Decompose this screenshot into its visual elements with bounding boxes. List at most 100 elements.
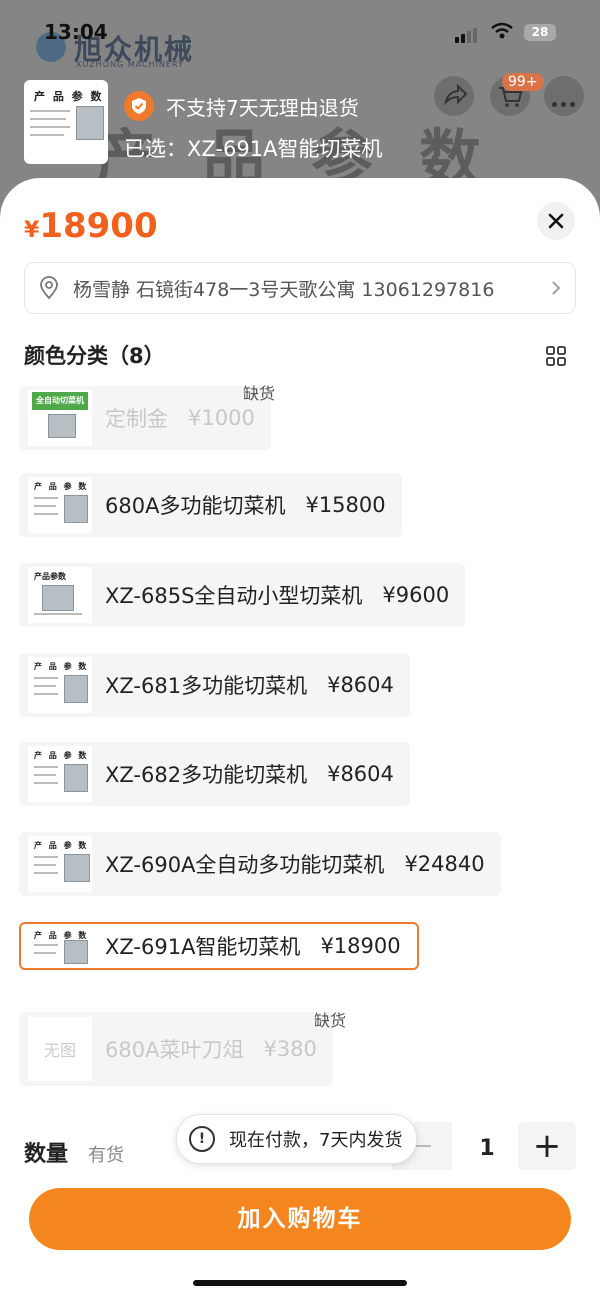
machine-image (76, 106, 104, 140)
variant-thumbnail: 产 品 参 数 (28, 657, 92, 713)
thumbnail-line (30, 126, 70, 128)
variant-label: XZ-691A智能切菜机 (105, 935, 301, 959)
thumbnail-line (34, 782, 58, 784)
machine-image (64, 764, 88, 792)
variant-label: XZ-685S全自动小型切菜机 (105, 584, 363, 608)
out-of-stock-tag: 缺货 (314, 1011, 347, 1030)
variant-price: ¥24840 (404, 852, 485, 876)
thumbnail-line (34, 952, 56, 954)
share-button[interactable] (434, 76, 474, 116)
variant-price: ¥380 (263, 1037, 317, 1061)
variant-label: XZ-690A全自动多功能切菜机 (105, 853, 385, 877)
no-image-placeholder: 无图 (28, 1017, 92, 1081)
return-policy: 不支持7天无理由退货 (124, 90, 359, 122)
cart-badge: 99+ (502, 73, 544, 91)
variant-thumbnail: 产 品 参 数 (28, 746, 92, 802)
machine-image (42, 585, 74, 611)
quantity-label: 数量 (24, 1142, 69, 1167)
variant-section-title: 颜色分类（8） (24, 344, 165, 368)
machine-image (64, 495, 88, 523)
thumbnail-line (34, 685, 56, 687)
quantity-value[interactable]: 1 (472, 1136, 502, 1161)
thumbnail-caption: 产 品 参 数 (34, 751, 89, 760)
variant-label: XZ-682多功能切菜机 (105, 763, 308, 787)
toast-text: 现在付款，7天内发货 (229, 1130, 403, 1151)
thumbnail-line (34, 872, 58, 874)
variant-thumbnail: 产 品 参 数 (28, 926, 92, 966)
address-text: 杨雪静 石镜街478一3号天歌公寓 13061297816 (73, 278, 495, 301)
thumbnail-line (30, 110, 70, 112)
quantity-increase-button[interactable]: + (518, 1122, 576, 1170)
thumbnail-caption: 产 品 参 数 (34, 90, 104, 103)
thumbnail-caption: 产 品 参 数 (34, 841, 89, 850)
shipping-toast: ! 现在付款，7天内发货 (176, 1114, 418, 1164)
address-selector[interactable]: 杨雪静 石镜街478一3号天歌公寓 13061297816 (24, 262, 576, 314)
variant-option-xz-681[interactable]: 产 品 参 数 XZ-681多功能切菜机 ¥8604 (19, 653, 410, 717)
variant-price: ¥18900 (320, 934, 401, 958)
wifi-icon (491, 22, 513, 39)
thumbnail-line (34, 766, 58, 768)
chevron-right-icon (551, 280, 561, 296)
machine-image (64, 940, 88, 964)
brand-name-en: XUZHONG MACHINERY (76, 60, 184, 69)
variant-price: ¥8604 (327, 762, 394, 786)
price: ¥18900 (24, 206, 158, 246)
machine-image (48, 414, 76, 438)
thumbnail-line (34, 693, 58, 695)
signal-icon (455, 24, 479, 43)
variant-label: 定制金 (105, 407, 168, 431)
variant-option-680a[interactable]: 产 品 参 数 680A多功能切菜机 ¥15800 (19, 473, 402, 537)
share-icon (444, 83, 468, 106)
thumbnail-line (34, 944, 58, 946)
variant-option-680a-blade[interactable]: 无图 680A菜叶刀俎 ¥380 (19, 1012, 333, 1086)
variant-thumbnail: 全自动切菜机 (28, 390, 92, 446)
info-icon: ! (189, 1126, 215, 1152)
thumbnail-line (34, 774, 56, 776)
selected-product-thumbnail: 产 品 参 数 (24, 80, 108, 164)
variant-label: 680A多功能切菜机 (105, 494, 286, 518)
variant-price: ¥1000 (188, 406, 255, 430)
more-icon (552, 92, 579, 111)
thumbnail-caption: 产品参数 (34, 572, 66, 581)
thumbnail-line (34, 856, 58, 858)
battery-indicator: 28 (524, 24, 556, 41)
thumbnail-line (34, 505, 56, 507)
status-bar: 13:04 28 (0, 0, 600, 48)
grid-view-icon[interactable] (546, 346, 566, 366)
variant-price: ¥8604 (327, 673, 394, 697)
variant-option-xz-691a[interactable]: 产 品 参 数 XZ-691A智能切菜机 ¥18900 (19, 922, 419, 970)
variant-thumbnail: 产 品 参 数 (28, 477, 92, 533)
variant-price: ¥9600 (382, 583, 450, 607)
thumbnail-caption: 产 品 参 数 (34, 662, 89, 671)
selected-variant-text: 已选：XZ-691A智能切菜机 (124, 137, 383, 161)
return-policy-text: 不支持7天无理由退货 (166, 95, 359, 120)
thumbnail-line (30, 118, 66, 120)
variant-option-xz-682[interactable]: 产 品 参 数 XZ-682多功能切菜机 ¥8604 (19, 742, 410, 806)
add-to-cart-button[interactable]: 加入购物车 (29, 1188, 571, 1250)
home-indicator (193, 1280, 407, 1286)
thumbnail-line (34, 677, 58, 679)
machine-image (64, 675, 88, 703)
shield-check-icon (124, 91, 154, 121)
close-icon (548, 213, 564, 229)
thumbnail-caption: 产 品 参 数 (34, 482, 89, 491)
variant-option-xz-685s[interactable]: 产品参数 XZ-685S全自动小型切菜机 ¥9600 (19, 563, 466, 627)
variant-option-custom-deposit[interactable]: 全自动切菜机 定制金 ¥1000 (19, 386, 271, 450)
variant-label: XZ-681多功能切菜机 (105, 674, 308, 698)
variant-thumbnail: 产品参数 (28, 567, 92, 623)
close-button[interactable] (537, 202, 575, 240)
thumbnail-line (34, 497, 58, 499)
out-of-stock-tag: 缺货 (243, 384, 276, 403)
status-time: 13:04 (44, 20, 108, 44)
variant-price: ¥15800 (305, 493, 386, 517)
machine-image (64, 854, 90, 882)
price-value: 18900 (39, 206, 158, 246)
thumbnail-line (34, 613, 82, 615)
variant-option-xz-690a[interactable]: 产 品 参 数 XZ-690A全自动多功能切菜机 ¥24840 (19, 832, 501, 896)
thumbnail-line (30, 134, 64, 136)
thumbnail-line (34, 864, 56, 866)
sku-bottom-sheet: ¥18900 杨雪静 石镜街478一3号天歌公寓 13061297816 颜色分… (0, 178, 600, 1299)
variant-label: 680A菜叶刀俎 (105, 1038, 244, 1062)
variant-thumbnail: 产 品 参 数 (28, 836, 92, 892)
price-currency: ¥ (24, 218, 40, 243)
